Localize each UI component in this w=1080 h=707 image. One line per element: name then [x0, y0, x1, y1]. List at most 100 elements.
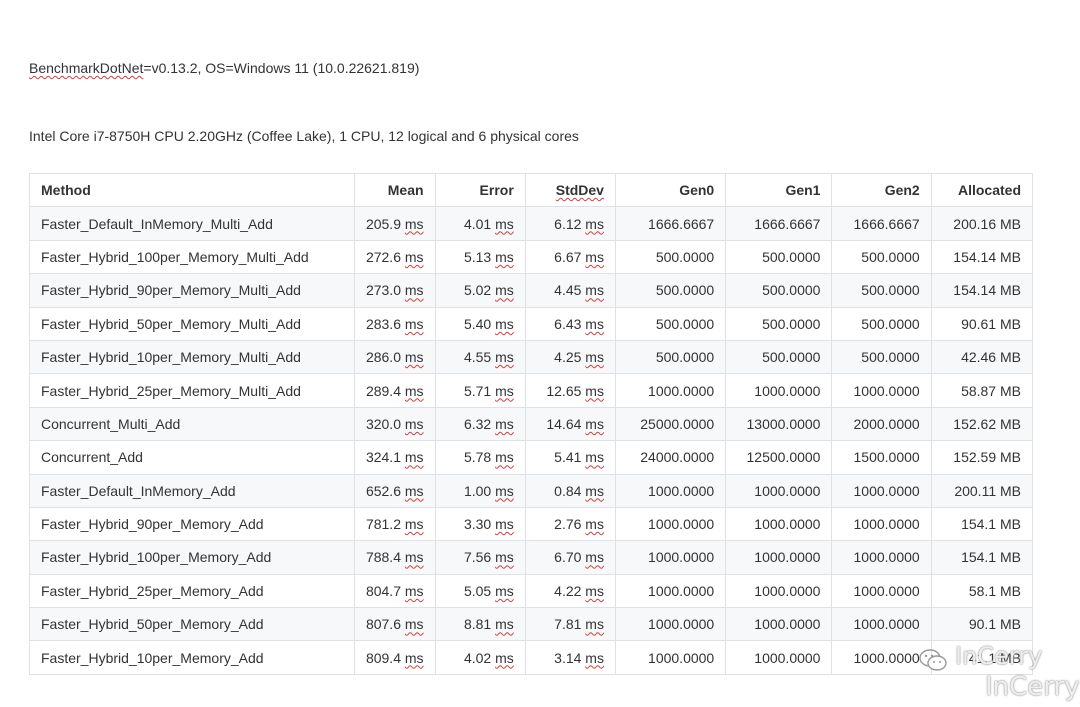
cell-stddev-unit: ms [585, 516, 604, 533]
cell-allocated: 154.14 MB [930, 239, 1034, 275]
cell-error-value: 8.81 [463, 616, 492, 633]
header-mean: Mean [353, 172, 436, 208]
cell-gen2: 1000.0000 [831, 573, 932, 609]
cell-stddev-value: 6.43 [554, 315, 582, 332]
cell-method: Faster_Hybrid_90per_Memory_Multi_Add [29, 273, 355, 308]
cell-stddev: 4.22 ms [524, 573, 616, 609]
cell-stddev-unit: ms [585, 415, 604, 432]
cell-stddev: 3.14 ms [524, 640, 616, 675]
cell-error-unit: ms [495, 215, 514, 232]
cell-gen1: 1666.6667 [725, 206, 833, 241]
cell-gen0: 1000.0000 [614, 573, 727, 609]
cell-gen2: 500.0000 [831, 273, 932, 308]
cell-stddev-value: 0.84 [554, 482, 582, 499]
cell-error-value: 5.05 [463, 582, 492, 599]
cell-gen0: 1666.6667 [614, 206, 727, 241]
cell-gen2: 1500.0000 [831, 440, 932, 475]
cell-gen0: 500.0000 [614, 306, 727, 341]
cell-allocated: 42.46 MB [930, 339, 1034, 375]
cell-stddev-unit: ms [585, 649, 604, 666]
benchmark-results-table: Method Mean Error StdDev Gen0 Gen1 Gen2 … [29, 172, 1034, 675]
cell-mean-unit: ms [404, 315, 424, 332]
cell-stddev: 12.65 ms [524, 373, 616, 408]
cell-error: 4.02 ms [434, 640, 526, 675]
env-line1-rest: =v0.13.2, OS=Windows 11 (10.0.22621.819) [143, 60, 420, 76]
cell-gen2: 500.0000 [831, 339, 932, 375]
cell-error-unit: ms [495, 582, 514, 599]
cell-error-value: 5.78 [463, 449, 492, 466]
cell-method: Faster_Default_InMemory_Add [29, 473, 355, 508]
cell-gen0: 1000.0000 [614, 473, 727, 508]
cell-mean-value: 283.6 [365, 315, 401, 332]
cell-mean: 286.0 ms [353, 339, 436, 375]
cell-mean-unit: ms [404, 282, 424, 299]
cell-mean-value: 804.7 [365, 582, 401, 599]
cell-method: Faster_Hybrid_50per_Memory_Add [29, 607, 355, 642]
env-line-cpu: Intel Core i7-8750H CPU 2.20GHz (Coffee … [29, 127, 579, 144]
cell-error: 5.13 ms [434, 239, 526, 275]
cell-mean-value: 652.6 [365, 482, 401, 499]
cell-error-value: 5.02 [463, 282, 492, 299]
cell-error: 5.05 ms [434, 573, 526, 609]
table-row: Faster_Hybrid_100per_Memory_Add 788.4 ms 7… [29, 540, 1034, 575]
cell-error-unit: ms [495, 482, 514, 499]
cell-error-value: 7.56 [463, 549, 492, 566]
cell-mean-unit: ms [404, 482, 424, 499]
cell-allocated: 154.1 MB [930, 506, 1034, 542]
cell-gen1: 1000.0000 [725, 373, 833, 408]
cell-stddev-unit: ms [585, 215, 604, 232]
cell-error: 5.78 ms [434, 440, 526, 475]
cell-allocated: 58.87 MB [930, 373, 1034, 408]
cell-allocated: 90.61 MB [930, 306, 1034, 341]
cell-gen1: 1000.0000 [725, 473, 833, 508]
cell-error: 1.00 ms [434, 473, 526, 508]
cell-mean-value: 289.4 [365, 382, 401, 399]
cell-mean-value: 781.2 [365, 516, 401, 533]
cell-stddev: 5.41 ms [524, 440, 616, 475]
cell-stddev: 7.81 ms [524, 607, 616, 642]
cell-stddev-unit: ms [585, 616, 604, 633]
cell-method: Faster_Hybrid_25per_Memory_Multi_Add [29, 373, 355, 408]
cell-mean-unit: ms [404, 582, 424, 599]
table-row: Faster_Default_InMemory_Multi_Add 205.9 m… [29, 206, 1034, 241]
cell-allocated: 200.16 MB [930, 206, 1034, 241]
cell-gen1: 1000.0000 [725, 540, 833, 575]
header-stddev-label: StdDev [555, 182, 604, 199]
cell-mean-unit: ms [404, 516, 424, 533]
cell-stddev: 0.84 ms [524, 473, 616, 508]
cell-error-value: 3.30 [463, 516, 492, 533]
table-row: Concurrent_Add 324.1 ms 5.78 ms 5.41 ms 2400… [29, 440, 1034, 475]
cell-gen2: 500.0000 [831, 306, 932, 341]
cell-allocated: 154.1 MB [930, 540, 1034, 575]
cell-mean-value: 324.1 [365, 449, 401, 466]
table-header-row: Method Mean Error StdDev Gen0 Gen1 Gen2 … [29, 172, 1034, 208]
cell-stddev-unit: ms [585, 248, 604, 265]
cell-error-unit: ms [495, 415, 514, 432]
cell-error-value: 5.71 [463, 382, 492, 399]
cell-stddev-value: 4.25 [554, 349, 582, 366]
cell-stddev-value: 3.14 [554, 649, 582, 666]
cell-error-value: 4.01 [463, 215, 492, 232]
cell-stddev: 4.45 ms [524, 273, 616, 308]
cell-error-unit: ms [495, 549, 514, 566]
cell-error: 4.01 ms [434, 206, 526, 241]
cell-mean: 781.2 ms [353, 506, 436, 542]
cell-method: Faster_Hybrid_10per_Memory_Multi_Add [29, 339, 355, 375]
cell-gen0: 500.0000 [614, 339, 727, 375]
env-line-benchmarkdotnet: BenchmarkDotNet=v0.13.2, OS=Windows 11 (… [29, 57, 579, 80]
cell-gen2: 1000.0000 [831, 373, 932, 408]
cell-method: Faster_Hybrid_50per_Memory_Multi_Add [29, 306, 355, 341]
cell-allocated: 58.1 MB [930, 573, 1034, 609]
watermark-bottom: InCerry [985, 672, 1080, 702]
cell-error: 3.30 ms [434, 506, 526, 542]
cell-mean: 788.4 ms [353, 540, 436, 575]
cell-error-value: 1.00 [463, 482, 492, 499]
cell-allocated: 152.62 MB [930, 406, 1034, 442]
cell-error-unit: ms [495, 315, 514, 332]
cell-gen0: 1000.0000 [614, 506, 727, 542]
cell-mean-value: 809.4 [365, 649, 401, 666]
cell-mean-value: 807.6 [365, 616, 401, 633]
header-stddev: StdDev [524, 172, 616, 208]
cell-stddev-unit: ms [585, 582, 604, 599]
cell-mean: 809.4 ms [353, 640, 436, 675]
